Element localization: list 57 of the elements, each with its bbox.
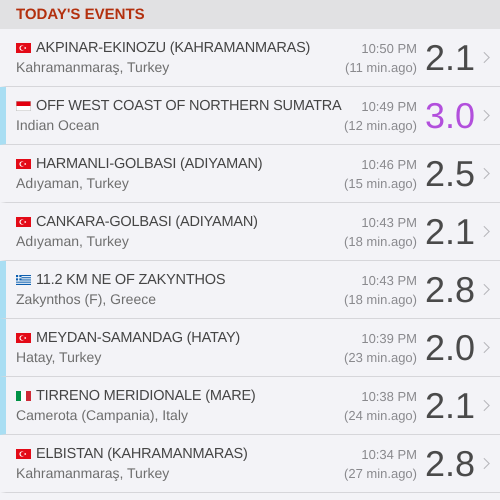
event-region: Indian Ocean: [16, 117, 100, 133]
event-location: HARMANLI-GOLBASI (ADIYAMAN): [36, 156, 262, 172]
event-location: TIRRENO MERIDIONALE (MARE): [36, 388, 256, 404]
chevron-icon: [483, 399, 490, 412]
event-region: Kahramanmaraş, Turkey: [16, 59, 170, 75]
chevron-icon: [483, 51, 490, 64]
event-time: 10:34 PM: [361, 446, 417, 462]
magnitude: 2.8: [425, 272, 476, 308]
event-time: 10:38 PM: [361, 388, 417, 404]
flag-icon: [16, 101, 31, 111]
flag-icon: [16, 159, 31, 169]
chevron-icon: [483, 109, 490, 122]
event-location: OFF WEST COAST OF NORTHERN SUMATRA: [36, 98, 342, 114]
event-time: 10:50 PM: [361, 40, 417, 56]
event-time: 10:43 PM: [361, 272, 417, 288]
event-region: Adıyaman, Turkey: [16, 233, 130, 249]
chevron-icon: [483, 167, 490, 180]
flag-icon: [16, 275, 31, 285]
chevron-icon: [483, 225, 490, 238]
event-age: (27 min.ago): [344, 466, 417, 480]
event-age: (12 min.ago): [344, 118, 417, 132]
event-location: MEYDAN-SAMANDAG (HATAY): [36, 330, 240, 346]
chevron-icon: [483, 283, 490, 296]
event-age: (23 min.ago): [344, 350, 417, 364]
flag-icon: [16, 333, 31, 343]
flag-icon: [16, 391, 31, 401]
event-age: (11 min.ago): [344, 60, 417, 74]
magnitude: 2.1: [425, 214, 476, 250]
event-age: (18 min.ago): [344, 234, 417, 248]
flag-icon: [16, 449, 31, 459]
chevron-icon: [483, 457, 490, 470]
magnitude: 2.5: [425, 156, 476, 192]
event-age: (18 min.ago): [344, 292, 417, 306]
magnitude: 2.1: [425, 40, 476, 76]
event-time: 10:39 PM: [361, 330, 417, 346]
event-region: Adıyaman, Turkey: [16, 175, 130, 191]
event-location: ELBISTAN (KAHRAMANMARAS): [36, 446, 248, 462]
event-time: 10:46 PM: [361, 156, 417, 172]
chevron-icon: [483, 341, 490, 354]
event-region: Camerota (Campania), Italy: [16, 407, 189, 423]
magnitude: 2.1: [425, 388, 476, 424]
event-region: Zakynthos (F), Greece: [16, 291, 158, 307]
event-location: CANKARA-GOLBASI (ADIYAMAN): [36, 214, 258, 230]
flag-icon: [16, 43, 31, 53]
magnitude: 2.8: [425, 446, 476, 482]
magnitude: 2.0: [425, 330, 476, 366]
event-age: (15 min.ago): [344, 176, 417, 190]
event-region: Kahramanmaraş, Turkey: [16, 465, 170, 481]
section-title: TODAY'S EVENTS: [16, 6, 145, 23]
event-time: 10:49 PM: [361, 98, 417, 114]
event-region: Hatay, Turkey: [16, 349, 102, 365]
event-age: (24 min.ago): [344, 408, 417, 422]
event-location: 11.2 KM NE OF ZAKYNTHOS: [36, 272, 226, 288]
flag-icon: [16, 217, 31, 227]
event-location: AKPINAR-EKINOZU (KAHRAMANMARAS): [36, 40, 310, 56]
event-time: 10:43 PM: [361, 214, 417, 230]
magnitude: 3.0: [425, 98, 476, 134]
